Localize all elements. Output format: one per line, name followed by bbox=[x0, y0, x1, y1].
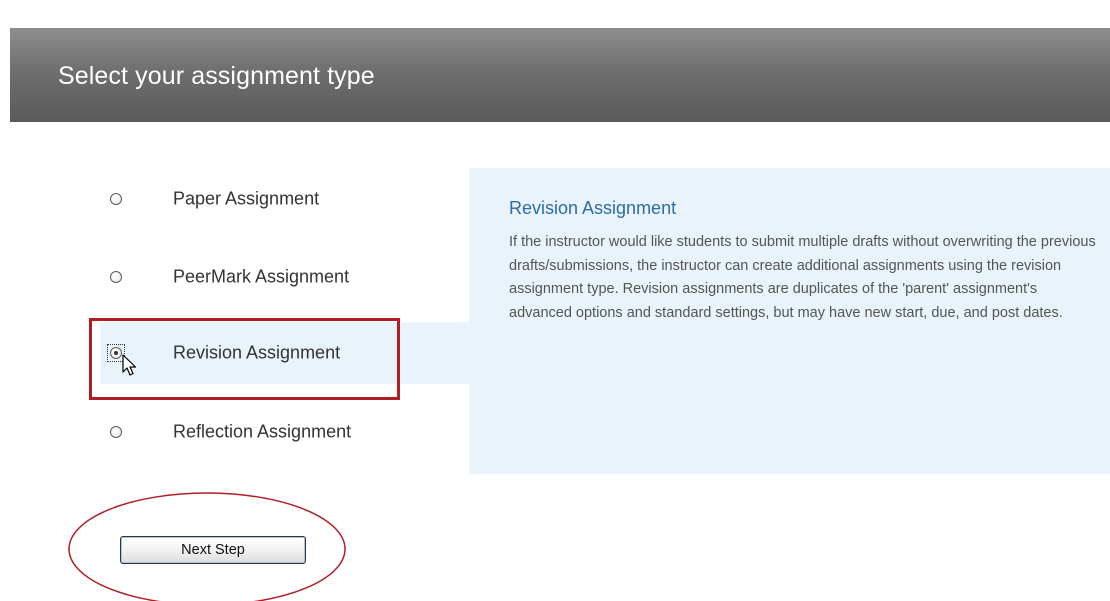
radio-reflection-assignment[interactable] bbox=[110, 426, 122, 438]
assignment-info-panel: Revision Assignment If the instructor wo… bbox=[469, 168, 1110, 474]
page-title: Select your assignment type bbox=[58, 62, 375, 90]
option-label: Reflection Assignment bbox=[173, 421, 352, 442]
radio-peermark-assignment[interactable] bbox=[110, 271, 122, 283]
option-paper-assignment[interactable]: Paper Assignment bbox=[100, 168, 470, 230]
info-title: Revision Assignment bbox=[509, 198, 677, 218]
option-reflection-assignment[interactable]: Reflection Assignment bbox=[100, 401, 470, 463]
next-step-button[interactable]: Next Step bbox=[120, 536, 306, 564]
page-header: Select your assignment type bbox=[10, 28, 1110, 122]
mouse-pointer-icon bbox=[122, 354, 137, 376]
option-peermark-assignment[interactable]: PeerMark Assignment bbox=[100, 246, 470, 308]
option-label: Paper Assignment bbox=[173, 188, 320, 209]
info-description: If the instructor would like students to… bbox=[509, 234, 1096, 321]
option-label: PeerMark Assignment bbox=[173, 266, 350, 287]
radio-paper-assignment[interactable] bbox=[110, 193, 122, 205]
